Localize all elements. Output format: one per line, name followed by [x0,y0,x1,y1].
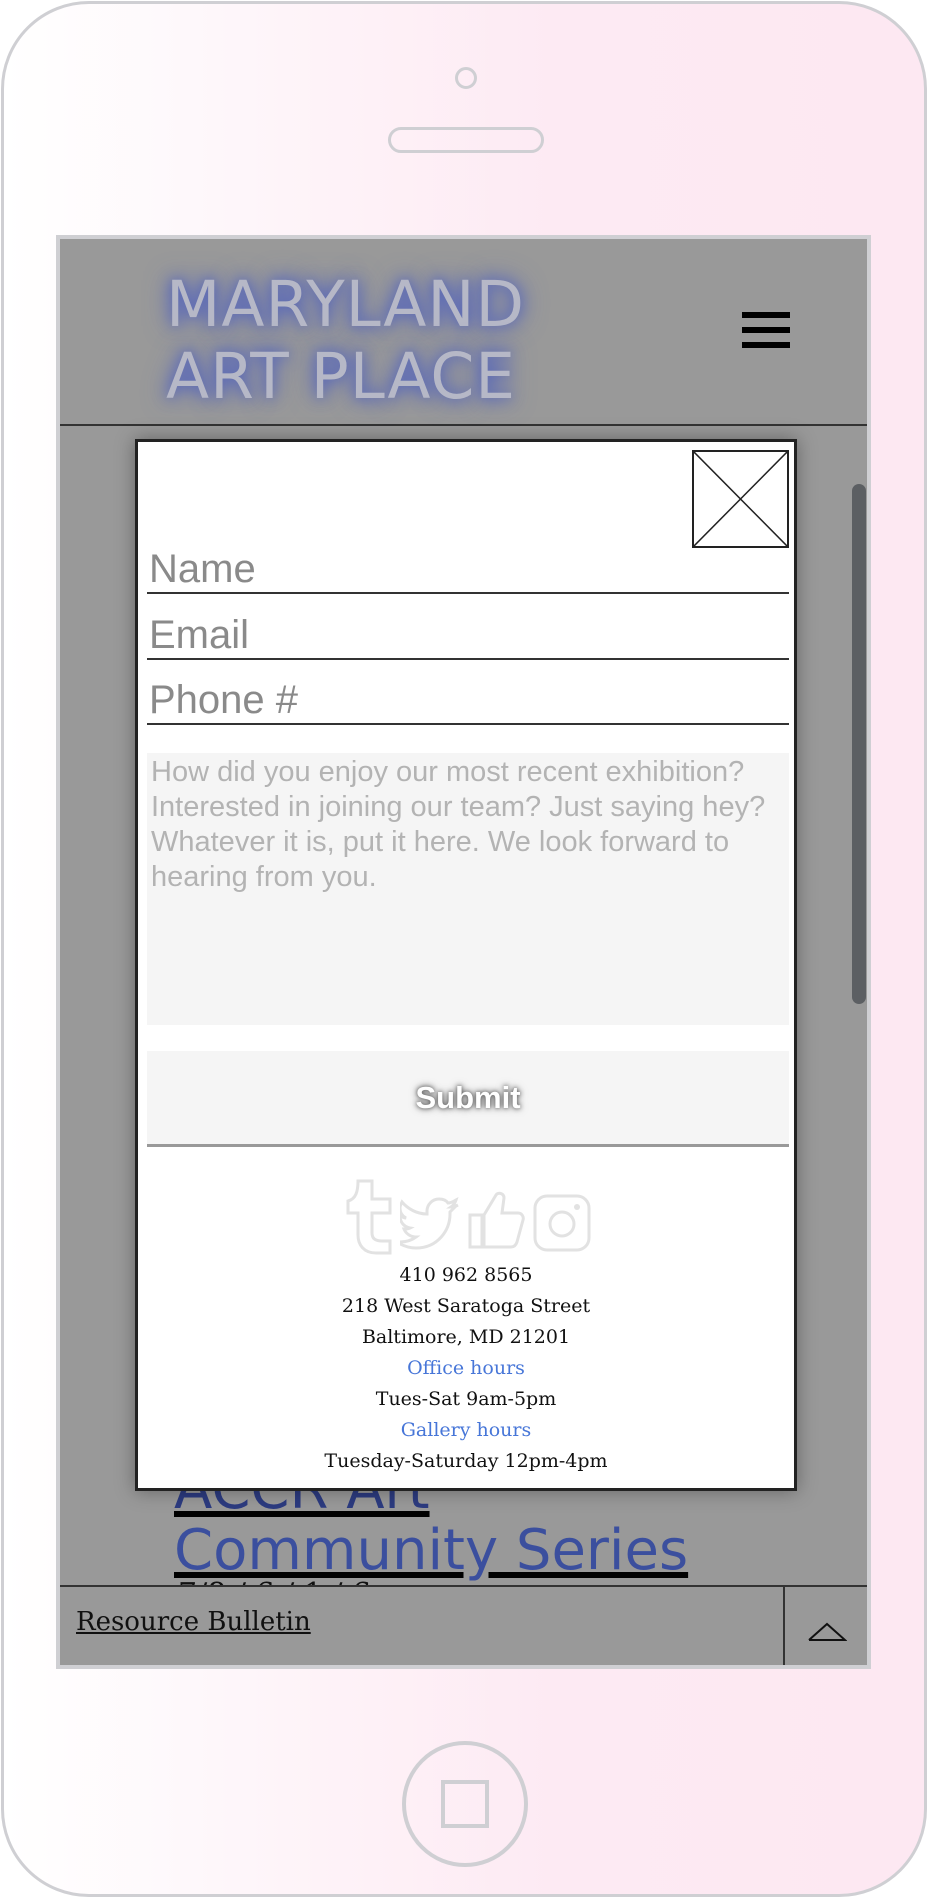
camera-icon [455,67,477,89]
message-field[interactable] [147,753,789,1025]
close-icon [693,451,788,547]
scroll-to-top-button[interactable] [783,1587,867,1665]
office-hours-text: Tues-Sat 9am-5pm [375,1388,557,1410]
resource-bulletin-link[interactable]: Resource Bulletin [76,1607,311,1637]
chevron-up-icon [808,1622,847,1641]
bottom-bar: Resource Bulletin [60,1585,867,1665]
contact-phone: 410 962 8565 [399,1264,533,1286]
logo-line-2: ART PLACE [166,340,517,413]
site-logo[interactable]: MARYLAND ART PLACE [166,269,596,413]
phone-field[interactable] [147,677,789,725]
instagram-icon[interactable] [532,1193,592,1258]
site-header: MARYLAND ART PLACE [60,239,867,426]
home-square-icon [441,1780,489,1828]
twitter-icon[interactable] [392,1197,462,1258]
email-field[interactable] [147,612,789,660]
facebook-like-icon[interactable] [466,1189,526,1256]
submit-button[interactable]: Submit [147,1051,789,1147]
social-links [336,1177,602,1257]
speaker-icon [388,127,544,153]
name-field[interactable] [147,546,789,594]
event-link-line-2[interactable]: Community Series [174,1518,688,1583]
close-button[interactable] [692,450,789,548]
logo-line-1: MARYLAND [166,268,525,341]
screen: MARYLAND ART PLACE ACCR Art Community Se… [56,235,871,1669]
hamburger-menu-icon[interactable] [742,312,790,354]
office-hours-link[interactable]: Office hours [138,1357,794,1379]
gallery-hours-link[interactable]: Gallery hours [138,1419,794,1441]
gallery-hours-text: Tuesday-Saturday 12pm-4pm [324,1450,608,1472]
scrollbar[interactable] [852,484,866,1004]
contact-modal: Submit [135,439,797,1491]
contact-street: 218 West Saratoga Street [341,1295,591,1317]
tumblr-icon[interactable] [336,1177,398,1260]
contact-city: Baltimore, MD 21201 [361,1326,571,1348]
